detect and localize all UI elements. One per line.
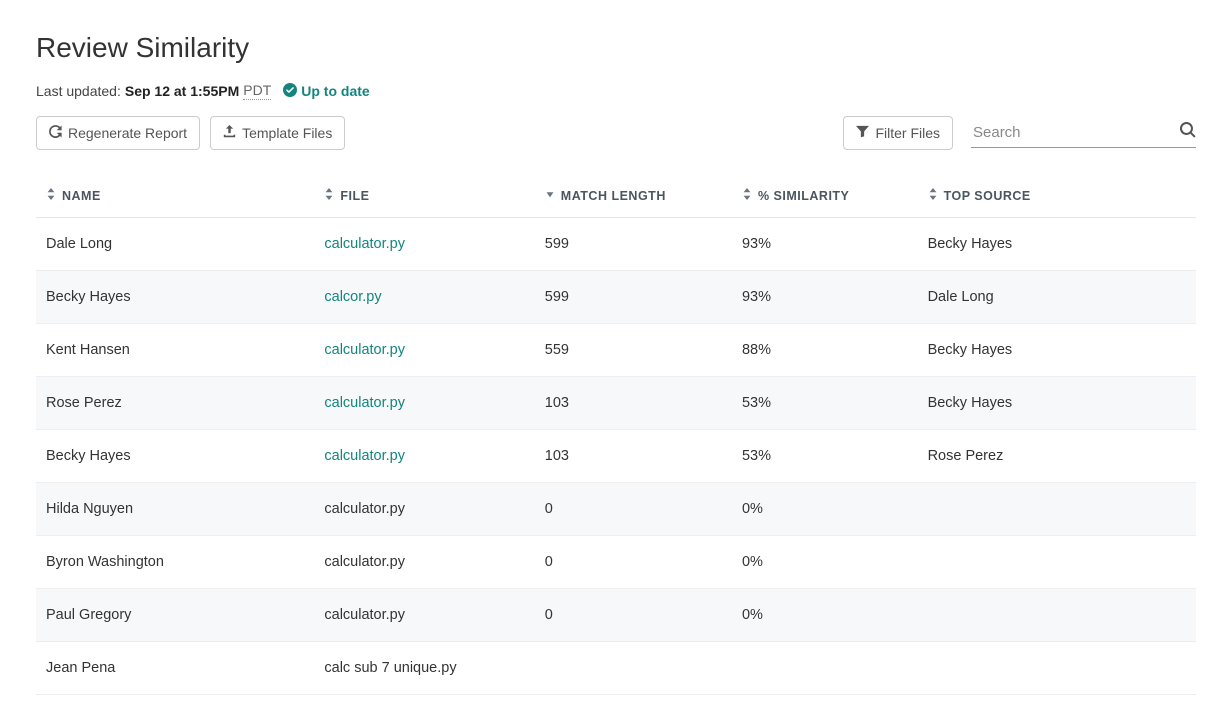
- table-row: Dale Longcalculator.py59993%Becky Hayes: [36, 218, 1196, 271]
- cell-similarity: 93%: [732, 218, 918, 271]
- cell-top-source: [918, 483, 1196, 536]
- table-row: Jean Penacalc sub 7 unique.py: [36, 642, 1196, 695]
- cell-match-length: 559: [535, 324, 732, 377]
- last-updated-timezone[interactable]: PDT: [243, 82, 271, 100]
- cell-name: Hilda Nguyen: [36, 483, 314, 536]
- similarity-table: NAME FILE MATCH LENGTH % SIMILARITY: [36, 178, 1196, 695]
- col-match-length-header[interactable]: MATCH LENGTH: [545, 188, 666, 203]
- cell-match-length: 599: [535, 218, 732, 271]
- cell-top-source: [918, 642, 1196, 695]
- sort-icon: [742, 188, 752, 203]
- cell-file[interactable]: calculator.py: [314, 218, 534, 271]
- cell-match-length: [535, 642, 732, 695]
- cell-name: Rose Perez: [36, 377, 314, 430]
- table-row: Hilda Nguyencalculator.py00%: [36, 483, 1196, 536]
- cell-match-length: 0: [535, 589, 732, 642]
- refresh-icon: [49, 125, 62, 141]
- cell-name: Kent Hansen: [36, 324, 314, 377]
- col-name-label: NAME: [62, 189, 101, 203]
- check-circle-icon: [283, 83, 297, 100]
- cell-name: Byron Washington: [36, 536, 314, 589]
- col-similarity-label: % SIMILARITY: [758, 189, 849, 203]
- cell-top-source: Becky Hayes: [918, 218, 1196, 271]
- table-row: Becky Hayescalculator.py10353%Rose Perez: [36, 430, 1196, 483]
- cell-similarity: 93%: [732, 271, 918, 324]
- cell-top-source: Becky Hayes: [918, 324, 1196, 377]
- regenerate-report-label: Regenerate Report: [68, 125, 187, 141]
- cell-match-length: 0: [535, 483, 732, 536]
- last-updated-label: Last updated:: [36, 83, 121, 99]
- col-match-length-label: MATCH LENGTH: [561, 189, 666, 203]
- status-badge: Up to date: [283, 83, 369, 100]
- template-files-button[interactable]: Template Files: [210, 116, 345, 150]
- filter-icon: [856, 125, 869, 141]
- table-row: Kent Hansencalculator.py55988%Becky Haye…: [36, 324, 1196, 377]
- cell-similarity: 0%: [732, 483, 918, 536]
- cell-name: Jean Pena: [36, 642, 314, 695]
- toolbar: Regenerate Report Template Files Filter …: [36, 116, 1196, 150]
- cell-top-source: Dale Long: [918, 271, 1196, 324]
- status-badge-text: Up to date: [301, 83, 369, 99]
- cell-similarity: 0%: [732, 589, 918, 642]
- sort-icon: [928, 188, 938, 203]
- table-row: Becky Hayescalcor.py59993%Dale Long: [36, 271, 1196, 324]
- template-files-label: Template Files: [242, 125, 332, 141]
- cell-name: Becky Hayes: [36, 430, 314, 483]
- cell-name: Paul Gregory: [36, 589, 314, 642]
- cell-match-length: 0: [535, 536, 732, 589]
- cell-top-source: [918, 589, 1196, 642]
- last-updated-timestamp: Sep 12 at 1:55PM: [125, 83, 239, 99]
- cell-similarity: 88%: [732, 324, 918, 377]
- cell-match-length: 103: [535, 377, 732, 430]
- cell-file[interactable]: calculator.py: [314, 430, 534, 483]
- filter-files-label: Filter Files: [875, 125, 940, 141]
- page-title: Review Similarity: [36, 32, 1196, 64]
- sort-desc-icon: [545, 188, 555, 203]
- cell-match-length: 599: [535, 271, 732, 324]
- search-input[interactable]: [971, 118, 1196, 148]
- col-top-source-label: TOP SOURCE: [944, 189, 1031, 203]
- cell-match-length: 103: [535, 430, 732, 483]
- table-row: Paul Gregorycalculator.py00%: [36, 589, 1196, 642]
- search-icon[interactable]: [1180, 122, 1196, 143]
- col-top-source-header[interactable]: TOP SOURCE: [928, 188, 1031, 203]
- sort-icon: [46, 188, 56, 203]
- cell-file: calculator.py: [314, 483, 534, 536]
- cell-file[interactable]: calcor.py: [314, 271, 534, 324]
- cell-similarity: 0%: [732, 536, 918, 589]
- table-row: Rose Perezcalculator.py10353%Becky Hayes: [36, 377, 1196, 430]
- table-row: Byron Washingtoncalculator.py00%: [36, 536, 1196, 589]
- cell-similarity: 53%: [732, 377, 918, 430]
- filter-files-button[interactable]: Filter Files: [843, 116, 953, 150]
- col-file-header[interactable]: FILE: [324, 188, 369, 203]
- col-file-label: FILE: [340, 189, 369, 203]
- cell-file[interactable]: calculator.py: [314, 377, 534, 430]
- cell-top-source: Becky Hayes: [918, 377, 1196, 430]
- cell-name: Dale Long: [36, 218, 314, 271]
- cell-top-source: Rose Perez: [918, 430, 1196, 483]
- cell-file: calculator.py: [314, 589, 534, 642]
- upload-icon: [223, 125, 236, 141]
- cell-file: calc sub 7 unique.py: [314, 642, 534, 695]
- cell-file: calculator.py: [314, 536, 534, 589]
- cell-similarity: 53%: [732, 430, 918, 483]
- col-similarity-header[interactable]: % SIMILARITY: [742, 188, 849, 203]
- cell-file[interactable]: calculator.py: [314, 324, 534, 377]
- search-field: [971, 118, 1196, 148]
- cell-name: Becky Hayes: [36, 271, 314, 324]
- cell-top-source: [918, 536, 1196, 589]
- sort-icon: [324, 188, 334, 203]
- cell-similarity: [732, 642, 918, 695]
- regenerate-report-button[interactable]: Regenerate Report: [36, 116, 200, 150]
- status-line: Last updated: Sep 12 at 1:55PM PDT Up to…: [36, 82, 1196, 100]
- col-name-header[interactable]: NAME: [46, 188, 101, 203]
